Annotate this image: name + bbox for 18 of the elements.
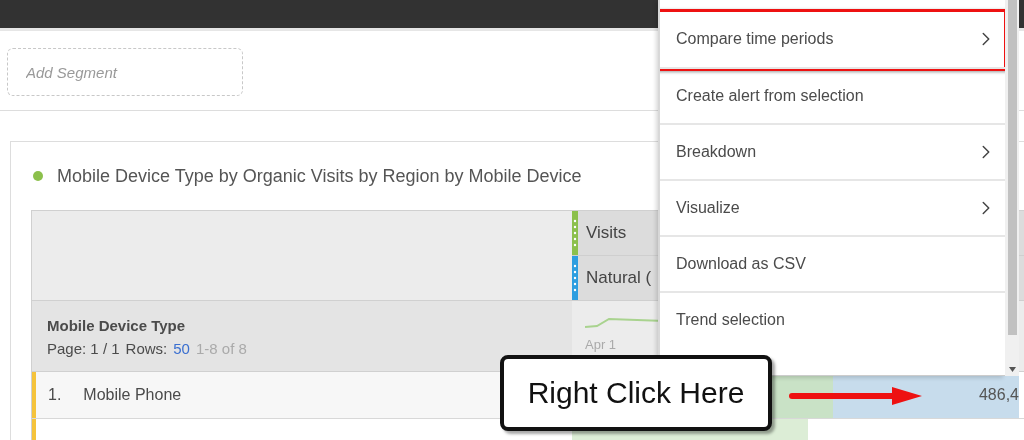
table-row-label[interactable]: 1. Mobile Phone <box>32 372 498 418</box>
metric-label: Natural ( <box>586 268 652 288</box>
rows-label: Rows: <box>125 340 168 357</box>
sparkline-date: Apr 1 <box>585 337 618 352</box>
page-indicator: Page: 1 / 1 <box>47 340 120 357</box>
row-name: Mobile Phone <box>83 386 182 404</box>
segment-field[interactable]: Add Segment <box>7 48 243 96</box>
metric-label: Visits <box>586 223 627 243</box>
status-dot <box>33 171 43 181</box>
annotation-tooltip: Right Click Here <box>500 355 772 431</box>
drag-handle-icon[interactable] <box>572 256 578 300</box>
row-range: 1-8 of 8 <box>195 340 247 357</box>
drag-handle-icon[interactable] <box>572 211 578 255</box>
row-number: 1. <box>48 386 62 404</box>
scrollbar[interactable] <box>1005 0 1019 376</box>
panel-title: Mobile Device Type by Organic Visits by Region by Mobile Device <box>57 165 582 187</box>
rows-link[interactable]: 50 <box>173 340 190 357</box>
dimension-title: Mobile Device Type <box>47 317 187 334</box>
